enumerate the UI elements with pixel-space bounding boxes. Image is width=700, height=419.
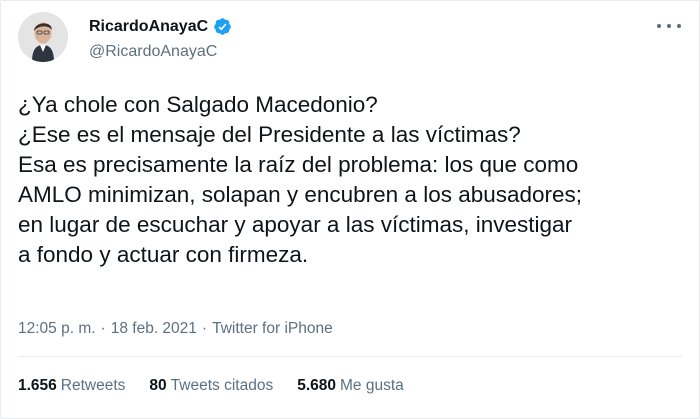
tweet-text: ¿Ya chole con Salgado Macedonio? ¿Ese es… (18, 90, 688, 270)
author-handle[interactable]: @RicardoAnayaC (89, 43, 217, 61)
tweet-text-line: AMLO minimizan, solapan y encubren a los… (18, 182, 583, 207)
likes-label: Me gusta (340, 377, 404, 394)
avatar[interactable] (18, 12, 68, 62)
meta-separator: · (201, 320, 208, 337)
tweet-metadata: 12:05 p. m. · 18 feb. 2021 · Twitter for… (18, 320, 333, 338)
engagement-stats: 1.656 Retweets 80 Tweets citados 5.680 Me g… (18, 377, 428, 395)
meta-separator: · (100, 320, 106, 337)
tweet-text-line: en lugar de escuchar y apoyar a las víct… (18, 212, 573, 237)
tweet-text-line: ¿Ese es el mensaje del Presidente a las … (18, 122, 521, 147)
likes-stat[interactable]: 5.680 Me gusta (297, 377, 404, 395)
tweet-time[interactable]: 12:05 p. m. (18, 320, 96, 338)
retweets-stat[interactable]: 1.656 Retweets (18, 377, 125, 395)
verified-badge-icon (213, 17, 232, 36)
quote-tweets-label: Tweets citados (170, 377, 274, 394)
quote-tweets-stat[interactable]: 80 Tweets citados (149, 377, 273, 395)
divider (18, 356, 682, 357)
tweet-text-line: Esa es precisamente la raíz del problema… (18, 152, 579, 177)
retweets-label: Retweets (60, 377, 126, 394)
tweet-date[interactable]: 18 feb. 2021 (111, 320, 197, 338)
tweet-text-line: a fondo y actuar con firmeza. (18, 242, 309, 267)
tweet-source-link[interactable]: Twitter for iPhone (212, 320, 333, 338)
author-display-name[interactable]: RicardoAnayaC (89, 18, 208, 36)
tweet-text-line: ¿Ya chole con Salgado Macedonio? (18, 92, 378, 117)
avatar-portrait-icon (18, 12, 68, 62)
more-options-icon[interactable] (657, 19, 681, 33)
likes-count: 5.680 (297, 377, 336, 394)
author-name-row[interactable]: RicardoAnayaC (89, 17, 232, 36)
tweet-card: RicardoAnayaC @RicardoAnayaC ¿Ya chole c… (0, 0, 700, 419)
retweets-count: 1.656 (18, 377, 57, 394)
quote-tweets-count: 80 (149, 377, 167, 394)
